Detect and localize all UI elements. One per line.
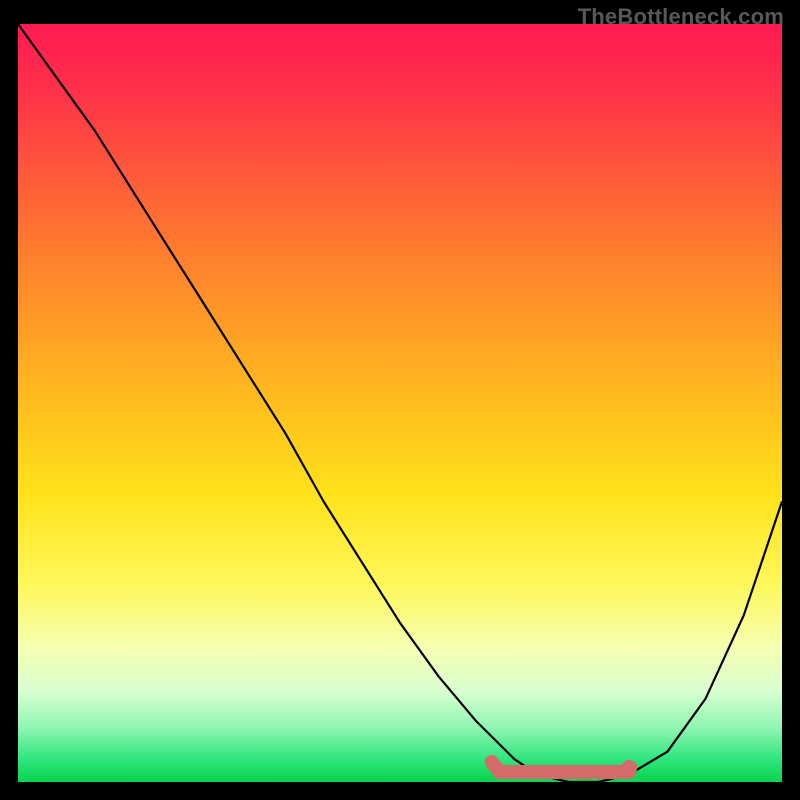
highlight-segment — [492, 762, 630, 772]
chart-stage: TheBottleneck.com — [0, 0, 800, 800]
chart-svg — [18, 24, 782, 782]
curve-line — [18, 24, 782, 782]
watermark-text: TheBottleneck.com — [578, 4, 784, 30]
plot-area — [18, 24, 782, 782]
highlight-dot — [621, 760, 637, 776]
